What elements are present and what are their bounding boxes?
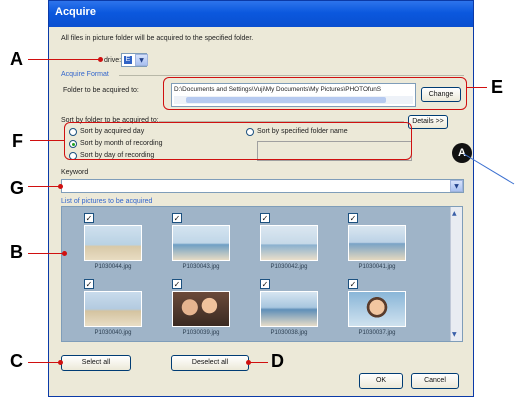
callout-g-dot xyxy=(58,184,63,189)
callout-f: F xyxy=(12,131,23,151)
callout-d: D xyxy=(271,351,284,371)
deselect-all-button[interactable]: Deselect all xyxy=(171,355,249,371)
picture-checkbox[interactable]: ✓ xyxy=(84,213,94,223)
picture-checkbox[interactable]: ✓ xyxy=(172,279,182,289)
keyword-label: Keyword xyxy=(61,169,89,176)
divider xyxy=(119,75,464,76)
callout-f-box xyxy=(64,122,412,160)
acquire-dialog: Acquire All files in picture folder will… xyxy=(48,0,474,397)
title-bar[interactable]: Acquire xyxy=(49,1,473,27)
picture-filename: P1030037.jpg xyxy=(358,330,396,336)
intro-text: All files in picture folder will be acqu… xyxy=(61,35,254,42)
picture-filename: P1030043.jpg xyxy=(182,264,220,270)
scroll-down-arrow-icon[interactable]: ▼ xyxy=(452,331,457,338)
picture-item[interactable]: ✓ P1030042.jpg xyxy=(260,213,318,275)
picture-checkbox[interactable]: ✓ xyxy=(84,279,94,289)
photo-thumbnail-beach xyxy=(260,291,318,327)
picture-checkbox[interactable]: ✓ xyxy=(260,213,270,223)
drive-label: drive: xyxy=(104,57,122,64)
acquire-format-heading: Acquire Format xyxy=(61,71,109,78)
keyword-field[interactable] xyxy=(61,179,464,193)
chevron-down-icon[interactable]: ▼ xyxy=(135,54,148,66)
photo-thumbnail-beach xyxy=(348,225,406,261)
callout-d-line xyxy=(250,362,268,363)
scroll-up-arrow-icon[interactable]: ▲ xyxy=(452,210,457,217)
details-button[interactable]: Details >> xyxy=(408,115,448,129)
folder-label: Folder to be acquired to: xyxy=(63,87,139,94)
photo-thumbnail-people xyxy=(172,291,230,327)
drive-value: E xyxy=(124,56,132,64)
picture-item[interactable]: ✓ P1030041.jpg xyxy=(348,213,406,275)
callout-c-dot xyxy=(58,360,63,365)
photo-thumbnail-beach xyxy=(84,291,142,327)
callout-e-box xyxy=(163,77,467,110)
ok-button[interactable]: OK xyxy=(359,373,403,389)
window-title: Acquire xyxy=(55,6,96,18)
picture-checkbox[interactable]: ✓ xyxy=(348,213,358,223)
callout-b: B xyxy=(10,242,23,262)
photo-thumbnail-beach xyxy=(172,225,230,261)
callout-g-line xyxy=(28,186,60,187)
callout-f-line xyxy=(30,140,64,141)
picture-filename: P1030041.jpg xyxy=(358,264,396,270)
picture-item[interactable]: ✓ P1030038.jpg xyxy=(260,279,318,341)
picture-filename: P1030042.jpg xyxy=(270,264,308,270)
list-heading: List of pictures to be acquired xyxy=(61,198,153,205)
callout-b-line xyxy=(28,253,64,254)
picture-item[interactable]: ✓ P1030037.jpg xyxy=(348,279,406,341)
cancel-button[interactable]: Cancel xyxy=(411,373,459,389)
picture-item[interactable]: ✓ P1030039.jpg xyxy=(172,279,230,341)
callout-c-line xyxy=(28,362,60,363)
callout-pointer-line xyxy=(463,153,515,185)
callout-a: A xyxy=(10,49,23,69)
callout-e: E xyxy=(491,77,504,97)
vertical-scrollbar[interactable]: ▲ ▼ xyxy=(450,207,462,341)
picture-list[interactable]: ▲ ▼ ✓ P1030044.jpg ✓ P1030043.jpg ✓ P103… xyxy=(61,206,463,342)
callout-a-dot xyxy=(98,57,103,62)
picture-checkbox[interactable]: ✓ xyxy=(348,279,358,289)
callout-c: C xyxy=(10,351,23,371)
select-all-button[interactable]: Select all xyxy=(61,355,131,371)
picture-filename: P1030038.jpg xyxy=(270,330,308,336)
callout-g: G xyxy=(10,178,25,198)
callout-b-dot xyxy=(62,251,67,256)
callout-e-line xyxy=(467,87,487,88)
picture-filename: P1030040.jpg xyxy=(94,330,132,336)
callout-a-line xyxy=(28,59,100,60)
picture-checkbox[interactable]: ✓ xyxy=(260,279,270,289)
photo-thumbnail-beach xyxy=(260,225,318,261)
picture-filename: P1030039.jpg xyxy=(182,330,220,336)
picture-filename: P1030044.jpg xyxy=(94,264,132,270)
picture-item[interactable]: ✓ P1030040.jpg xyxy=(84,279,142,341)
picture-item[interactable]: ✓ P1030044.jpg xyxy=(84,213,142,275)
picture-item[interactable]: ✓ P1030043.jpg xyxy=(172,213,230,275)
photo-thumbnail-child xyxy=(348,291,406,327)
photo-thumbnail-beach xyxy=(84,225,142,261)
picture-checkbox[interactable]: ✓ xyxy=(172,213,182,223)
